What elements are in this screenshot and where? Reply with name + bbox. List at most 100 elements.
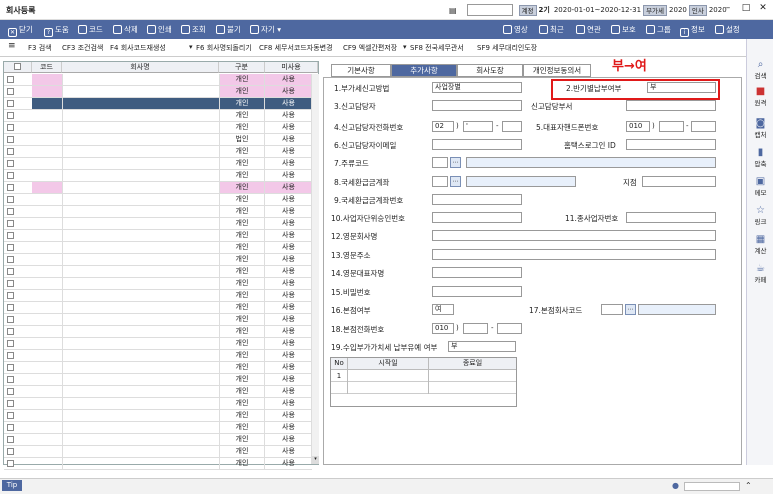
type-cell[interactable]: 개인 [219,386,265,397]
row-checkbox[interactable] [7,304,14,311]
row-checkbox[interactable] [7,328,14,335]
unused-cell[interactable]: 사용 [265,326,312,337]
sf8-tax-offices[interactable]: SF8 전국세무관서 [410,43,464,53]
unused-cell[interactable]: 사용 [265,74,312,85]
sidebar-remote[interactable]: ■ 원격 [747,86,773,107]
unused-cell[interactable]: 사용 [265,266,312,277]
table-row[interactable]: 개인 사용 [4,98,312,110]
row-checkbox[interactable] [7,352,14,359]
company-name-cell[interactable] [62,254,219,265]
sidebar-search[interactable]: ⌕ 검색 [747,59,773,80]
row-checkbox[interactable] [7,184,14,191]
row-checkbox[interactable] [7,208,14,215]
company-name-cell[interactable] [62,122,219,133]
row-checkbox[interactable] [7,196,14,203]
row-checkbox[interactable] [7,172,14,179]
row-checkbox[interactable] [7,400,14,407]
end-date-cell[interactable] [429,370,516,382]
code-cell[interactable] [32,410,62,421]
type-cell[interactable]: 개인 [219,434,265,445]
type-cell[interactable]: 개인 [219,242,265,253]
type-cell[interactable]: 개인 [219,230,265,241]
help-button[interactable]: ? 도움 [44,24,69,37]
unused-cell[interactable]: 사용 [265,386,312,397]
code-cell[interactable] [32,74,62,85]
head-office-phone-mid[interactable] [463,323,488,334]
company-name-cell[interactable] [62,386,219,397]
code-cell[interactable] [32,446,62,457]
row-checkbox[interactable] [7,280,14,287]
select-all-checkbox[interactable] [14,63,21,70]
row-checkbox[interactable] [7,388,14,395]
chevron-down-icon[interactable]: ▾ [403,43,407,51]
table-row[interactable]: 개인 사용 [4,110,312,122]
table-row[interactable]: 개인 사용 [4,194,312,206]
table-row[interactable]: 개인 사용 [4,122,312,134]
table-row[interactable]: 개인 사용 [4,374,312,386]
head-office-phone-area[interactable]: 010 [432,323,454,334]
head-office-search-icon[interactable]: ⋯ [625,304,636,315]
company-name-cell[interactable] [62,326,219,337]
type-cell[interactable]: 개인 [219,314,265,325]
english-ceo-field[interactable] [432,267,522,278]
type-cell[interactable]: 개인 [219,410,265,421]
type-cell[interactable]: 개인 [219,110,265,121]
company-name-cell[interactable] [62,398,219,409]
table-row[interactable]: 개인 사용 [4,230,312,242]
code-cell[interactable] [32,254,62,265]
table-row[interactable]: 개인 사용 [4,458,312,470]
code-cell[interactable] [32,134,62,145]
company-name-cell[interactable] [62,434,219,445]
unused-cell[interactable]: 사용 [265,194,312,205]
f3-search[interactable]: F3 검색 [28,43,52,53]
row-checkbox[interactable] [7,100,14,107]
code-cell[interactable] [32,206,62,217]
type-cell[interactable]: 개인 [219,326,265,337]
code-cell[interactable] [32,98,62,109]
settings-button[interactable]: 설정 [715,24,740,35]
type-cell[interactable]: 개인 [219,218,265,229]
unused-cell[interactable]: 사용 [265,458,312,469]
table-row[interactable]: 개인 사용 [4,350,312,362]
table-row[interactable]: 개인 사용 [4,314,312,326]
table-row[interactable]: 개인 사용 [4,338,312,350]
company-name-cell[interactable] [62,446,219,457]
table-row[interactable]: 개인 사용 [4,398,312,410]
unused-cell[interactable]: 사용 [265,170,312,181]
manager-email-field[interactable] [432,139,522,150]
type-cell[interactable]: 개인 [219,302,265,313]
row-checkbox[interactable] [7,376,14,383]
code-cell[interactable] [32,290,62,301]
type-cell[interactable]: 개인 [219,158,265,169]
header-checkbox-cell[interactable] [4,62,32,73]
company-name-cell[interactable] [62,182,219,193]
ceo-mobile-last[interactable] [691,121,716,132]
code-cell[interactable] [32,338,62,349]
unused-cell[interactable]: 사용 [265,254,312,265]
maximize-button[interactable]: □ [738,3,754,13]
minimize-button[interactable]: – [720,3,736,13]
tab-basic[interactable]: 기본사항 [331,64,391,77]
company-name-cell[interactable] [62,86,219,97]
unused-cell[interactable]: 사용 [265,86,312,97]
video-button[interactable]: 영상 [503,24,528,35]
refund-bank-search-icon[interactable]: ⋯ [450,176,461,187]
company-name-cell[interactable] [62,422,219,433]
unused-cell[interactable]: 사용 [265,206,312,217]
unused-cell[interactable]: 사용 [265,410,312,421]
unused-cell[interactable]: 사용 [265,314,312,325]
f6-restore-name[interactable]: F6 회사명되돌리기 [196,43,252,53]
cf3-condition-search[interactable]: CF3 조건검색 [62,43,103,53]
row-checkbox[interactable] [7,244,14,251]
unused-cell[interactable]: 사용 [265,230,312,241]
code-cell[interactable] [32,170,62,181]
hometax-id-field[interactable] [626,139,716,150]
unused-cell[interactable]: 사용 [265,122,312,133]
row-checkbox[interactable] [7,436,14,443]
row-checkbox[interactable] [7,256,14,263]
english-address-field[interactable] [432,249,716,260]
code-button[interactable]: 코드 [78,24,103,35]
table-row[interactable]: 개인 사용 [4,362,312,374]
company-code-field[interactable] [466,4,513,16]
unused-cell[interactable]: 사용 [265,134,312,145]
